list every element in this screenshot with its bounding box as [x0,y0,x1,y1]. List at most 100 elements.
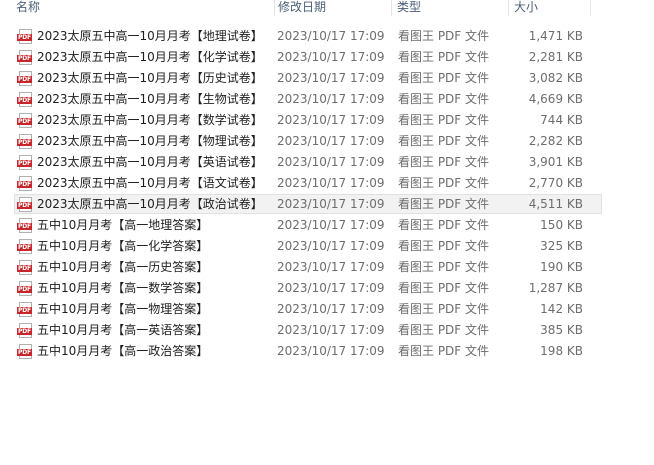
pdf-badge: PDF [17,180,32,188]
file-name-cell: PDF 五中10月月考【高一历史答案】 [17,258,275,276]
file-modified-date: 2023/10/17 17:09 [277,176,385,190]
file-modified-date: 2023/10/17 17:09 [277,239,385,253]
file-row[interactable]: PDF 2023太原五中高一10月月考【物理试卷】 2023/10/17 17:… [14,131,602,151]
file-modified-date: 2023/10/17 17:09 [277,323,385,337]
pdf-badge: PDF [17,285,32,293]
file-size: 385 KB [540,323,583,337]
file-size: 4,669 KB [528,92,583,106]
file-row[interactable]: PDF 2023太原五中高一10月月考【历史试卷】 2023/10/17 17:… [14,68,602,88]
file-modified-date: 2023/10/17 17:09 [277,50,385,64]
file-name: 五中10月月考【高一政治答案】 [37,344,209,358]
pdf-file-icon: PDF [17,133,33,149]
file-size: 2,281 KB [528,50,583,64]
file-row[interactable]: PDF 2023太原五中高一10月月考【地理试卷】 2023/10/17 17:… [14,26,602,46]
pdf-file-icon: PDF [17,322,33,338]
file-row[interactable]: PDF 五中10月月考【高一英语答案】 2023/10/17 17:09 看图王… [14,320,602,340]
file-row[interactable]: PDF 五中10月月考【高一政治答案】 2023/10/17 17:09 看图王… [14,341,602,361]
file-size: 1,471 KB [528,29,583,43]
file-row[interactable]: PDF 2023太原五中高一10月月考【化学试卷】 2023/10/17 17:… [14,47,602,67]
pdf-badge: PDF [17,201,32,209]
pdf-badge: PDF [17,159,32,167]
file-name-cell: PDF 五中10月月考【高一地理答案】 [17,216,275,234]
pdf-file-icon: PDF [17,301,33,317]
file-type: 看图王 PDF 文件 [398,218,490,232]
file-size: 142 KB [540,302,583,316]
pdf-file-icon: PDF [17,70,33,86]
file-row[interactable]: PDF 五中10月月考【高一化学答案】 2023/10/17 17:09 看图王… [14,236,602,256]
column-header-size[interactable]: 大小 [514,0,591,16]
pdf-badge: PDF [17,96,32,104]
file-row[interactable]: PDF 2023太原五中高一10月月考【生物试卷】 2023/10/17 17:… [14,89,602,109]
file-name-cell: PDF 2023太原五中高一10月月考【语文试卷】 [17,174,275,192]
file-row[interactable]: PDF 2023太原五中高一10月月考【政治试卷】 2023/10/17 17:… [14,194,602,214]
file-size: 198 KB [540,344,583,358]
file-row[interactable]: PDF 五中10月月考【高一历史答案】 2023/10/17 17:09 看图王… [14,257,602,277]
pdf-badge: PDF [17,327,32,335]
file-name: 五中10月月考【高一英语答案】 [37,323,209,337]
file-name-cell: PDF 2023太原五中高一10月月考【地理试卷】 [17,27,275,45]
file-size: 4,511 KB [528,197,583,211]
file-size: 1,287 KB [528,281,583,295]
file-name: 2023太原五中高一10月月考【地理试卷】 [37,29,263,43]
file-name-cell: PDF 五中10月月考【高一政治答案】 [17,342,275,360]
file-row[interactable]: PDF 五中10月月考【高一物理答案】 2023/10/17 17:09 看图王… [14,299,602,319]
file-row[interactable]: PDF 五中10月月考【高一数学答案】 2023/10/17 17:09 看图王… [14,278,602,298]
pdf-file-icon: PDF [17,259,33,275]
file-name: 五中10月月考【高一物理答案】 [37,302,209,316]
pdf-file-icon: PDF [17,154,33,170]
file-row[interactable]: PDF 2023太原五中高一10月月考【数学试卷】 2023/10/17 17:… [14,110,602,130]
file-name: 2023太原五中高一10月月考【历史试卷】 [37,71,263,85]
pdf-badge: PDF [17,243,32,251]
pdf-file-icon: PDF [17,91,33,107]
file-type: 看图王 PDF 文件 [398,344,490,358]
file-name-cell: PDF 五中10月月考【高一化学答案】 [17,237,275,255]
file-row[interactable]: PDF 2023太原五中高一10月月考【语文试卷】 2023/10/17 17:… [14,173,602,193]
file-type: 看图王 PDF 文件 [398,155,490,169]
file-modified-date: 2023/10/17 17:09 [277,218,385,232]
file-type: 看图王 PDF 文件 [398,302,490,316]
file-size: 2,770 KB [528,176,583,190]
file-name-cell: PDF 五中10月月考【高一英语答案】 [17,321,275,339]
file-type: 看图王 PDF 文件 [398,50,490,64]
file-row[interactable]: PDF 五中10月月考【高一地理答案】 2023/10/17 17:09 看图王… [14,215,602,235]
file-name-cell: PDF 2023太原五中高一10月月考【生物试卷】 [17,90,275,108]
file-modified-date: 2023/10/17 17:09 [277,155,385,169]
pdf-badge: PDF [17,264,32,272]
file-modified-date: 2023/10/17 17:09 [277,113,385,127]
file-type: 看图王 PDF 文件 [398,239,490,253]
pdf-badge: PDF [17,222,32,230]
file-name-cell: PDF 2023太原五中高一10月月考【政治试卷】 [17,195,275,213]
file-modified-date: 2023/10/17 17:09 [277,29,385,43]
file-name-cell: PDF 2023太原五中高一10月月考【物理试卷】 [17,132,275,150]
file-size: 2,282 KB [528,134,583,148]
column-header-type[interactable]: 类型 [397,0,509,16]
file-name: 2023太原五中高一10月月考【数学试卷】 [37,113,263,127]
pdf-badge: PDF [17,75,32,83]
file-list: PDF 2023太原五中高一10月月考【地理试卷】 2023/10/17 17:… [0,26,654,362]
pdf-file-icon: PDF [17,196,33,212]
file-name: 2023太原五中高一10月月考【语文试卷】 [37,176,263,190]
pdf-file-icon: PDF [17,280,33,296]
pdf-file-icon: PDF [17,217,33,233]
file-size: 150 KB [540,218,583,232]
file-name-cell: PDF 五中10月月考【高一物理答案】 [17,300,275,318]
file-row[interactable]: PDF 2023太原五中高一10月月考【英语试卷】 2023/10/17 17:… [14,152,602,172]
file-name-cell: PDF 2023太原五中高一10月月考【历史试卷】 [17,69,275,87]
pdf-file-icon: PDF [17,28,33,44]
pdf-badge: PDF [17,117,32,125]
column-header-name[interactable]: 名称 [16,0,275,16]
column-header-date[interactable]: 修改日期 [278,0,392,16]
pdf-badge: PDF [17,33,32,41]
file-modified-date: 2023/10/17 17:09 [277,281,385,295]
file-modified-date: 2023/10/17 17:09 [277,197,385,211]
file-type: 看图王 PDF 文件 [398,92,490,106]
file-modified-date: 2023/10/17 17:09 [277,92,385,106]
file-modified-date: 2023/10/17 17:09 [277,71,385,85]
pdf-file-icon: PDF [17,343,33,359]
pdf-badge: PDF [17,54,32,62]
file-type: 看图王 PDF 文件 [398,197,490,211]
file-name-cell: PDF 2023太原五中高一10月月考【英语试卷】 [17,153,275,171]
file-size: 744 KB [540,113,583,127]
file-name: 五中10月月考【高一地理答案】 [37,218,209,232]
file-name-cell: PDF 2023太原五中高一10月月考【化学试卷】 [17,48,275,66]
